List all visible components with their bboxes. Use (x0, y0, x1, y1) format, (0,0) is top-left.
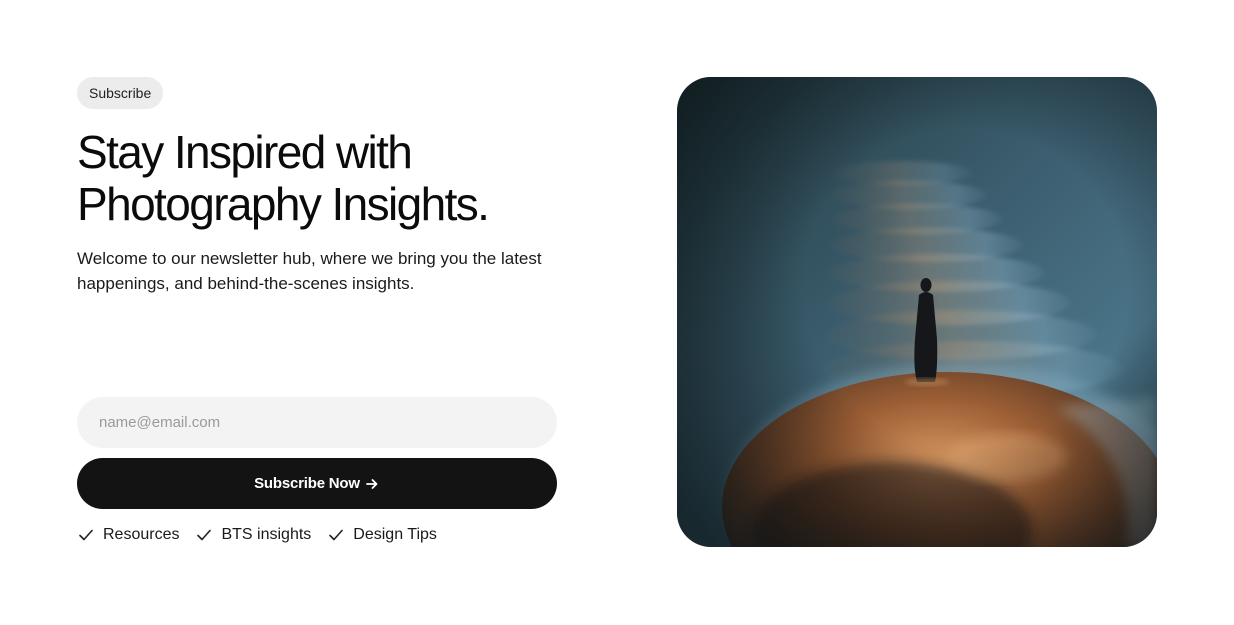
feature-item: Design Tips (327, 526, 437, 544)
feature-label: Resources (103, 526, 180, 543)
badge-label: Subscribe (89, 85, 152, 101)
feature-label: BTS insights (221, 526, 312, 543)
feature-list: Resources BTS insights Design Tips (77, 526, 437, 544)
email-field[interactable] (77, 397, 557, 448)
check-icon (79, 529, 93, 541)
feature-item: BTS insights (195, 526, 311, 544)
intro-text: Welcome to our newsletter hub, where we … (77, 249, 542, 293)
subscribe-now-label: Subscribe Now (254, 475, 360, 492)
title-line-2: Photography Insights. (77, 178, 490, 230)
feature-label: Design Tips (353, 526, 437, 543)
subscribe-now-button[interactable]: Subscribe Now (77, 458, 557, 509)
check-icon (197, 529, 212, 541)
check-icon (329, 529, 344, 541)
feature-item: Resources (77, 526, 179, 544)
page-title: Stay Inspired with Photography Insights. (77, 126, 597, 230)
subscribe-badge: Subscribe (77, 77, 164, 109)
arrow-right-icon (365, 478, 378, 489)
title-line-1: Stay Inspired with (77, 126, 413, 178)
newsletter-section: Subscribe Stay Inspired with Photography… (0, 0, 1234, 625)
hero-image (677, 77, 1157, 547)
